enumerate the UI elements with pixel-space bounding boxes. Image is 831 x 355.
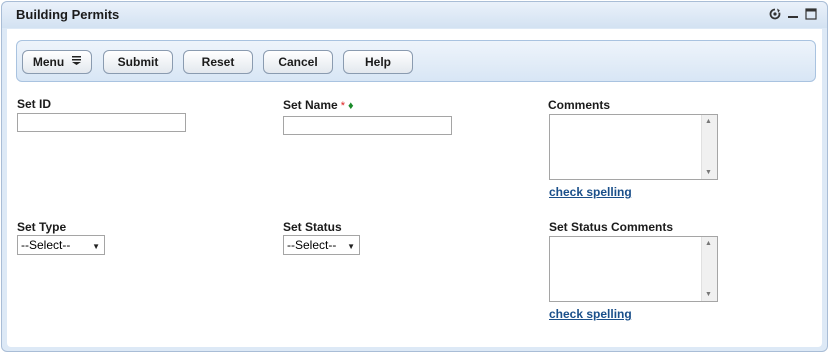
panel-title: Building Permits [16,7,120,22]
scroll-up-icon[interactable]: ▲ [705,118,712,125]
menu-button[interactable]: Menu [22,50,92,74]
set-status-comments-label: Set Status Comments [549,220,674,234]
set-status-label: Set Status [283,220,342,234]
required-marker: * [340,100,345,112]
chevron-down-icon: ▼ [347,242,355,251]
set-status-comments-scrollbar[interactable]: ▲ ▼ [701,237,717,301]
set-status-selected: --Select-- [287,238,337,252]
form-body: Menu Submit Reset Cancel Help Set ID Set… [7,29,822,347]
menu-lines-icon [72,56,82,68]
set-type-label: Set Type [17,220,67,234]
menu-button-label: Menu [32,55,65,69]
help-button[interactable]: Help [343,50,413,74]
set-name-label: Set Name * ♦ [283,98,354,112]
set-status-select[interactable]: --Select-- ▼ [283,235,360,255]
building-permits-panel: Building Permits Menu Submit Reset Cance [1,1,828,352]
cancel-button[interactable]: Cancel [263,50,333,74]
scroll-down-icon[interactable]: ▼ [705,169,712,176]
status-comments-check-spelling-link[interactable]: check spelling [549,307,632,321]
action-toolbar: Menu Submit Reset Cancel Help [16,40,816,82]
comments-scrollbar[interactable]: ▲ ▼ [701,115,717,179]
scroll-up-icon[interactable]: ▲ [705,240,712,247]
comments-check-spelling-link[interactable]: check spelling [549,185,632,199]
diamond-icon: ♦ [347,100,354,112]
set-name-input[interactable] [283,116,452,135]
refresh-icon[interactable] [769,8,781,20]
set-id-label: Set ID [17,97,52,111]
title-bar: Building Permits [2,2,827,28]
comments-label: Comments [548,98,611,112]
scroll-down-icon[interactable]: ▼ [705,291,712,298]
set-status-comments-textarea[interactable]: ▲ ▼ [549,236,718,302]
submit-button[interactable]: Submit [103,50,173,74]
reset-button[interactable]: Reset [183,50,253,74]
maximize-icon[interactable] [805,8,817,20]
minimize-icon[interactable] [787,8,799,20]
chevron-down-icon: ▼ [92,242,100,251]
comments-textarea[interactable]: ▲ ▼ [549,114,718,180]
set-type-select[interactable]: --Select-- ▼ [17,235,105,255]
window-controls [769,8,817,20]
set-type-selected: --Select-- [21,238,71,252]
set-name-label-text: Set Name [283,98,338,112]
set-id-input[interactable] [17,113,186,132]
